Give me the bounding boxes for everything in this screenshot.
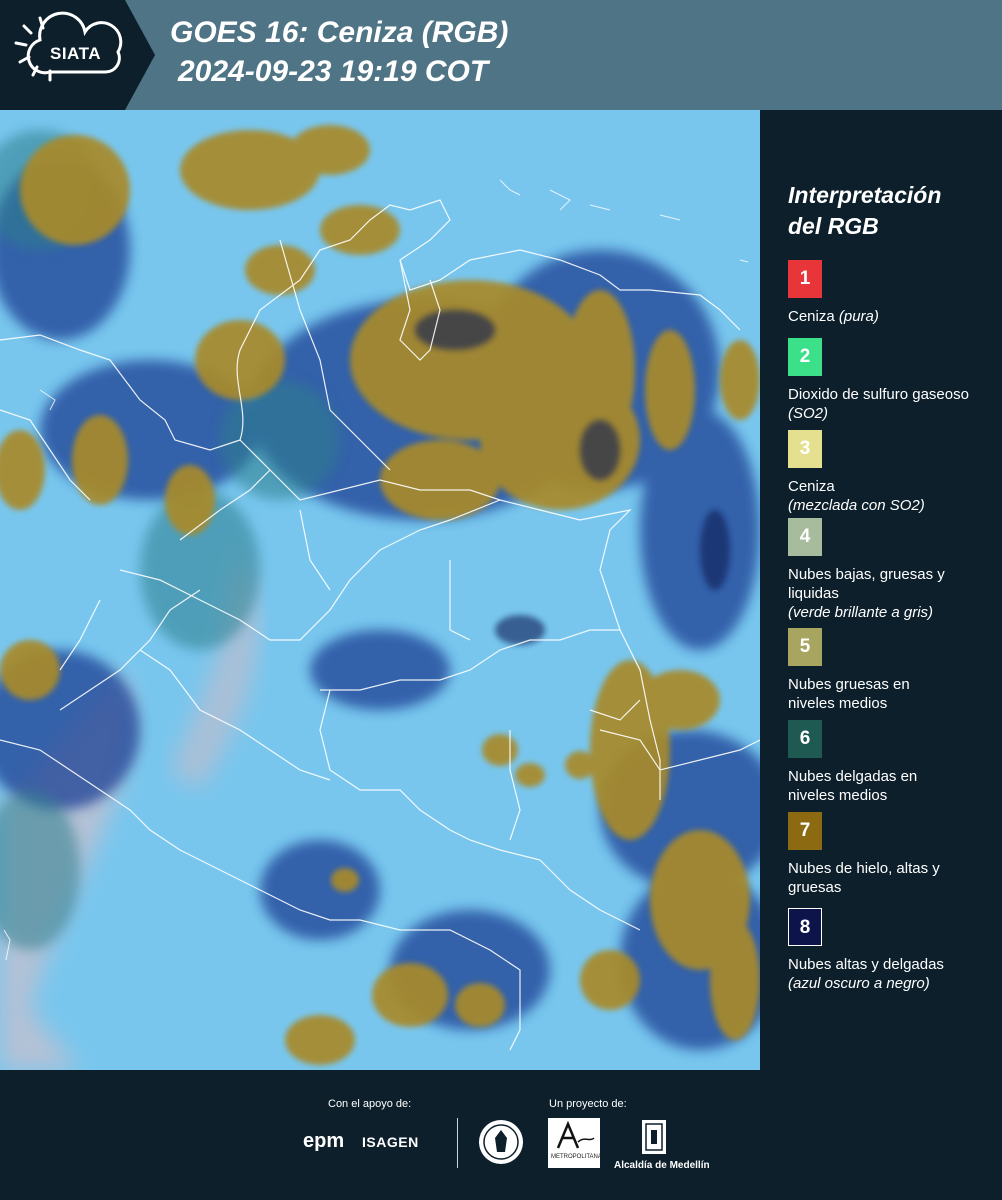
area-metropolitana-logo [548,1118,600,1168]
legend-label-text: Ceniza [788,308,835,325]
satellite-map [0,110,760,1070]
legend-label: Nubes gruesas en niveles medios [788,676,910,712]
legend-swatch: 2 [788,338,822,376]
epm-logo: epm [303,1130,345,1152]
logo-label: SIATA [50,44,101,63]
legend-label: Dioxido de sulfuro gaseoso (SO2) [788,385,1000,423]
legend-label: Ceniza (mezclada con SO2) [788,477,1000,515]
legend-label-note: (mezclada con SO2) [788,497,925,514]
footer-divider [457,1118,458,1168]
isagen-logo: ISAGEN [362,1134,419,1150]
legend-title-line2: del RGB [788,213,879,239]
page-title: GOES 16: Ceniza (RGB) [170,16,509,49]
legend-label: Ceniza (pura) [788,307,1000,326]
alcaldia-shield-icon [642,1120,666,1154]
university-seal-icon [479,1120,523,1164]
legend-label: Nubes de hielo, altas y gruesas [788,860,940,896]
legend-label: Nubes delgadas en niveles medios [788,768,918,804]
legend-title: Interpretación del RGB [788,180,988,242]
legend-label: Nubes bajas, gruesas y liquidas (verde br… [788,565,970,622]
legend-label-text: Nubes altas y delgadas [788,956,944,973]
legend-swatch: 3 [788,430,822,468]
area-metropolitana-text: METROPOLITANA [551,1154,602,1160]
legend-swatch: 6 [788,720,822,758]
legend-swatch: 5 [788,628,822,666]
footer: Con el apoyo de: Un proyecto de: epm ISA… [0,1070,1002,1200]
legend-label-note: (azul oscuro a negro) [788,975,930,992]
header-bar: SIATA GOES 16: Ceniza (RGB) 2024-09-23 1… [0,0,1002,110]
legend-label-text: Nubes bajas, gruesas y liquidas [788,566,945,602]
legend-swatch: 7 [788,812,822,850]
support-label: Con el apoyo de: [328,1098,412,1110]
area-logo-icon [556,1120,595,1149]
legend-label-text: Dioxido de sulfuro gaseoso [788,386,969,403]
legend-title-line1: Interpretación [788,182,942,208]
legend-label-note: (verde brillante a gris) [788,604,934,621]
page-timestamp: 2024-09-23 19:19 COT [178,55,489,88]
legend-swatch: 8 [788,908,822,946]
alcaldia-medellin-text: Alcaldía de Medellín [614,1160,710,1171]
legend-label-note: (SO2) [788,405,829,422]
legend-label: Nubes altas y delgadas (azul oscuro a neg… [788,955,1000,993]
siata-logo: SIATA [0,0,155,110]
legend-label-note: (pura) [838,308,879,325]
legend-label-text: Ceniza [788,478,835,495]
legend-swatch: 1 [788,260,822,298]
legend-swatch: 4 [788,518,822,556]
project-label: Un proyecto de: [549,1098,627,1110]
satellite-imagery [0,110,760,1070]
legend-panel: Interpretación del RGB 1 Ceniza (pura) 2… [760,110,1002,1070]
